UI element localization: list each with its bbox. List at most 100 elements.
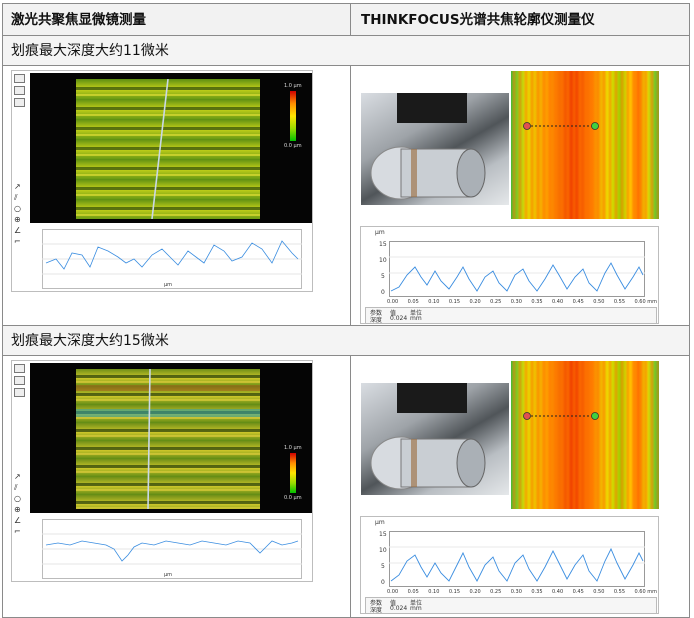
row2-xtick: 0.05 [407,589,419,595]
row1-caption: 划痕最大深度大约11微米 [3,36,689,66]
row2-spectral-line [389,531,645,587]
step-icon[interactable]: ⌐ [14,237,24,246]
row2-caption: 划痕最大深度大约15微米 [3,326,689,356]
row1-td-param: 深度 [370,317,383,324]
row1-colorbar-bottom: 0.0 µm [284,143,302,149]
row1-ytick-5: 5 [381,273,385,280]
table-header: 激光共聚焦显微镜测量 THINKFOCUS光谱共焦轮廓仪测量仪 [3,4,689,36]
row1-xtick: 0.25 [490,299,502,305]
row2-xtick: 0.50 [593,589,605,595]
row2-toolbar: ↗ ⫽ ○ ⊕ ∠ ⌐ [12,361,26,581]
row1-td-unit: mm [410,315,422,322]
arrow-icon[interactable]: ↗ [14,472,24,481]
row1-heatmap [511,71,659,219]
row1-colorbar [290,91,296,141]
crosshair-icon[interactable]: ⊕ [14,215,24,224]
row2-xtick: 0.60 mm [634,589,657,595]
row1-toolbar: ↗ ⫽ ○ ⊕ ∠ ⌐ [12,71,26,291]
row2-colorbar [290,453,296,493]
row1-xtick: 0.45 [572,299,584,305]
circle-icon[interactable]: ○ [14,204,24,213]
row1-colorbar-top: 1.0 µm [284,83,302,89]
arrow-icon[interactable]: ↗ [14,182,24,191]
row2-xtick: 0.40 [552,589,564,595]
row2-xtick: 0.20 [469,589,481,595]
view-icon[interactable] [14,364,25,373]
view-icon[interactable] [14,74,25,83]
row1-xtick: 0.60 mm [634,299,657,305]
row2-profile-plot [42,519,302,579]
row1-ytick-10: 10 [379,257,387,264]
row1-xtick: 0.30 [510,299,522,305]
row2-ytick-5: 5 [381,563,385,570]
grid-icon[interactable] [14,86,25,95]
row1-xtick: 0.55 [613,299,626,305]
row2-colorbar-top: 1.0 µm [284,445,302,451]
grid-icon[interactable] [14,376,25,385]
row1-xtick: 0.15 [448,299,461,305]
row2-xtick: 0.10 [428,589,440,595]
row2-image-frame: 1.0 µm 0.0 µm [30,363,312,513]
row1-xtick: 0.35 [531,299,543,305]
row2-xtick: 0.55 [613,589,626,595]
row1-xtick: 0.00 [387,299,399,305]
row1-xtick: 0.05 [407,299,419,305]
image-icon[interactable] [14,98,25,107]
row2-spectral-chart: µm 15 10 5 0 0.00 0.05 0.10 0.15 0.20 0.… [360,516,659,614]
row2-xticks: 0.00 0.05 0.10 0.15 0.20 0.25 0.30 0.35 … [387,589,657,595]
row2-colorbar-bottom: 0.0 µm [284,495,302,501]
row2-xtick: 0.25 [490,589,502,595]
row1-profile-xlabel: µm [164,282,173,288]
row2-td-param: 深度 [370,607,383,614]
row1-microscope-panel: ↗ ⫽ ○ ⊕ ∠ ⌐ 1.0 µm 0.0 µm µm [11,70,313,292]
row1-xticks: 0.00 0.05 0.10 0.15 0.20 0.25 0.30 0.35 … [387,299,657,305]
row2-device-photo [361,383,509,495]
row2-microscope-panel: ↗ ⫽ ○ ⊕ ∠ ⌐ 1.0 µm 0.0 µm µm [11,360,313,582]
angle-icon[interactable]: ∠ [14,516,24,525]
row1-ytick-15: 15 [379,241,387,248]
angle-icon[interactable]: ∠ [14,226,24,235]
row1-xtick: 0.50 [593,299,605,305]
row2-result-table: 参数 值 单位 深度 0.024 mm [365,597,657,614]
row1-profile-plot [42,229,302,289]
row1-divider [350,66,351,326]
row1-body: ↗ ⫽ ○ ⊕ ∠ ⌐ 1.0 µm 0.0 µm µm µm 15 10 5 … [3,66,689,326]
parallel-icon[interactable]: ⫽ [14,193,24,202]
row2-td-value: 0.024 [390,605,408,612]
comparison-table: 激光共聚焦显微镜测量 THINKFOCUS光谱共焦轮廓仪测量仪 划痕最大深度大约… [2,3,690,618]
row2-profile-xlabel: µm [164,572,173,578]
row2-xtick: 0.15 [448,589,461,595]
image-icon[interactable] [14,388,25,397]
parallel-icon[interactable]: ⫽ [14,483,24,492]
row2-xtick: 0.30 [510,589,522,595]
row2-ytick-10: 10 [379,547,387,554]
row1-image-frame: 1.0 µm 0.0 µm [30,73,312,223]
row1-ytick-0: 0 [381,289,385,296]
header-laser-confocal: 激光共聚焦显微镜测量 [11,12,146,28]
row2-divider [350,356,351,618]
crosshair-icon[interactable]: ⊕ [14,505,24,514]
row1-surface-image [76,79,260,219]
row2-xtick: 0.45 [572,589,584,595]
row2-heatmap [511,361,659,509]
row2-xtick: 0.35 [531,589,543,595]
row2-body: ↗ ⫽ ○ ⊕ ∠ ⌐ 1.0 µm 0.0 µm µm µm 15 10 5 … [3,356,689,618]
header-thinkfocus: THINKFOCUS光谱共焦轮廓仪测量仪 [361,12,595,28]
row2-surface-image [76,369,260,509]
row1-result-table: 参数 值 单位 深度 0.024 mm [365,307,657,324]
row1-xtick: 0.10 [428,299,440,305]
step-icon[interactable]: ⌐ [14,527,24,536]
row1-xtick: 0.40 [552,299,564,305]
row2-chart-unit: µm [375,519,385,526]
row2-xtick: 0.00 [387,589,399,595]
row1-td-value: 0.024 [390,315,408,322]
row2-td-unit: mm [410,605,422,612]
row1-device-photo [361,93,509,205]
row1-xtick: 0.20 [469,299,481,305]
row1-spectral-line [389,241,645,297]
header-divider [350,4,351,36]
row1-chart-unit: µm [375,229,385,236]
row2-ytick-15: 15 [379,531,387,538]
row1-spectral-chart: µm 15 10 5 0 0.00 0.05 0.10 0.15 0.20 0.… [360,226,659,324]
circle-icon[interactable]: ○ [14,494,24,503]
